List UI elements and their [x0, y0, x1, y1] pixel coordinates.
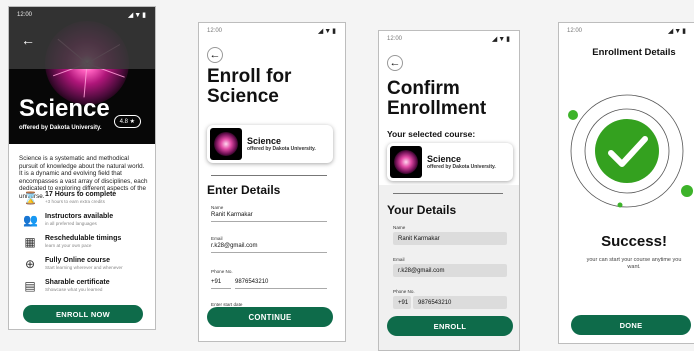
email-value: r.k28@gmail.com — [393, 264, 507, 277]
feature-subtitle: Start learning wherever and whenever — [45, 265, 123, 270]
status-icons: ◢▼▮ — [667, 28, 687, 35]
course-title: Science — [19, 95, 110, 122]
feature-title: 17 Hours to complete — [45, 191, 117, 198]
divider — [393, 193, 503, 194]
feature-title: Sharable certificate — [45, 279, 110, 286]
confirm-enrollment-screen: 12:00 ◢▼▮ ← Confirm Enrollment Your sele… — [378, 30, 520, 351]
course-card-title: Science — [427, 154, 462, 164]
status-time: 12:00 — [387, 36, 403, 42]
phone-label: Phone No. — [211, 269, 233, 274]
course-card: Science offered by Dakota University. — [207, 125, 333, 163]
name-label: Name — [393, 225, 406, 230]
name-label: Name — [211, 205, 224, 210]
back-arrow-icon[interactable]: ← — [21, 33, 35, 47]
country-code-field[interactable]: +91 — [211, 279, 231, 289]
course-card: Science offered by Dakota University. — [387, 143, 513, 181]
email-label: Email — [211, 236, 223, 241]
hourglass-icon: ⌛ — [23, 191, 38, 205]
success-screen: 12:00 ◢▼▮ Enrollment Details Success! yo… — [558, 22, 694, 344]
status-icons: ◢▼▮ — [127, 12, 147, 19]
course-thumbnail — [390, 146, 422, 178]
course-detail-screen: 12:00 ◢▼▮ ← Science offered by Dakota Un… — [8, 6, 156, 330]
decor-dot — [681, 185, 693, 197]
feature-item: ⊕ Fully Online course Start learning wher… — [23, 257, 151, 271]
phone-field[interactable]: 9876543210 — [235, 279, 327, 289]
success-heading: Success! — [601, 233, 667, 250]
feature-item: ⌛ 17 Hours to complete +3 hours to earn e… — [23, 191, 151, 205]
feature-subtitle: in all preferred languages — [45, 221, 97, 226]
feature-subtitle: learn at your own pace — [45, 243, 92, 248]
selected-course-label: Your selected course: — [387, 129, 476, 139]
feature-subtitle: +3 hours to earn extra credits — [45, 199, 105, 204]
page-title: Confirm Enrollment — [387, 78, 487, 119]
status-time: 12:00 — [567, 28, 583, 34]
feature-title: Fully Online course — [45, 257, 110, 264]
course-card-subtitle: offered by Dakota University. — [427, 164, 496, 170]
phone-value: 9876543210 — [413, 296, 507, 309]
enroll-now-button[interactable]: ENROLL NOW — [23, 305, 143, 323]
status-icons: ◢▼▮ — [491, 36, 511, 43]
back-arrow-icon[interactable]: ← — [387, 55, 403, 71]
enroll-button[interactable]: ENROLL — [387, 316, 513, 336]
back-arrow-icon[interactable]: ← — [207, 47, 223, 63]
feature-title: Instructors available — [45, 213, 114, 220]
course-provider: offered by Dakota University. — [19, 125, 102, 131]
calendar-icon: ▦ — [24, 235, 36, 249]
continue-button[interactable]: CONTINUE — [207, 307, 333, 327]
page-title: Enrollment Details — [592, 47, 676, 58]
status-time: 12:00 — [207, 28, 223, 34]
country-code-value: +91 — [393, 296, 411, 309]
course-card-title: Science — [247, 136, 282, 146]
course-hero-image: 12:00 ◢▼▮ ← Science offered by Dakota Un… — [9, 7, 155, 144]
course-card-subtitle: offered by Dakota University. — [247, 146, 316, 152]
section-title: Your Details — [387, 203, 457, 217]
feature-subtitle: Showcase what you learned — [45, 287, 103, 292]
decor-dot — [617, 202, 623, 208]
name-field[interactable]: Ranit Karmakar — [211, 212, 327, 222]
success-illustration — [568, 94, 693, 208]
course-thumbnail — [210, 128, 242, 160]
feature-item: ▤ Sharable certificate Showcase what you … — [23, 279, 151, 293]
name-value: Ranit Karmakar — [393, 232, 507, 245]
done-button[interactable]: DONE — [571, 315, 691, 335]
success-check-icon — [595, 119, 659, 183]
globe-icon: ⊕ — [24, 257, 36, 271]
email-field[interactable]: r.k28@gmail.com — [211, 243, 327, 253]
section-title: Enter Details — [207, 183, 281, 197]
feature-item: 👥 Instructors available in all preferred … — [23, 213, 151, 227]
certificate-icon: ▤ — [24, 279, 36, 293]
enroll-form-screen: 12:00 ◢▼▮ ← Enroll for Science Science o… — [198, 22, 346, 342]
status-icons: ◢▼▮ — [317, 28, 337, 35]
feature-item: ▦ Reschedulable timings learn at your own… — [23, 235, 151, 249]
email-label: Email — [393, 257, 405, 262]
success-message: your can start your course anytime you w… — [586, 257, 682, 270]
decor-dot — [568, 110, 578, 120]
instructors-icon: 👥 — [23, 213, 38, 227]
rating-badge: 4.8 ★ — [113, 115, 141, 128]
page-title: Enroll for Science — [207, 66, 292, 107]
status-time: 12:00 — [17, 12, 33, 18]
phone-label: Phone No. — [393, 289, 415, 294]
divider — [211, 175, 327, 176]
feature-title: Reschedulable timings — [45, 235, 122, 242]
